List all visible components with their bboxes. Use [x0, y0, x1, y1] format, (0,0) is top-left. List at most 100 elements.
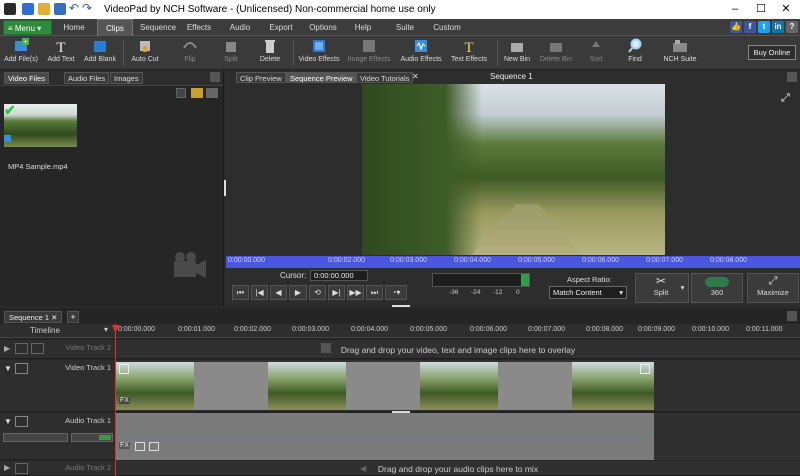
facebook-icon[interactable]: f — [744, 21, 756, 33]
clip-end-transition-icon[interactable] — [640, 364, 650, 374]
undock-timeline-icon[interactable] — [787, 311, 797, 321]
tab-audio-files[interactable]: Audio Files — [64, 72, 110, 84]
maximize-preview-button[interactable]: ⤢ Maximize — [747, 273, 799, 303]
split-dropdown-button[interactable]: ▾ — [677, 273, 689, 303]
open-folder-icon[interactable] — [38, 3, 50, 15]
tab-video-tutorials[interactable]: Video Tutorials — [356, 72, 414, 83]
clip-transition-icon[interactable] — [119, 364, 129, 374]
add-blank-button[interactable]: Add Blank — [82, 38, 118, 68]
expand-track-icon[interactable]: ▶ — [4, 344, 10, 353]
image-effects-button[interactable]: Image Effects — [345, 38, 393, 68]
audio-link-icon[interactable] — [149, 442, 159, 451]
split-clip-button[interactable]: Split — [216, 38, 246, 68]
track-visibility-icon[interactable] — [15, 343, 28, 354]
undock-preview-icon[interactable] — [787, 72, 797, 82]
main-menu-button[interactable]: ≡ Menu ▾ — [3, 20, 52, 35]
video-clip-frame[interactable] — [194, 362, 268, 410]
tab-clip-preview[interactable]: Clip Preview — [236, 72, 286, 83]
audio-track-1-empty[interactable] — [654, 413, 800, 460]
go-to-start-button[interactable]: ⏮ — [232, 285, 249, 300]
volume-slider[interactable] — [3, 433, 68, 442]
bin-thumbnail-view-icon[interactable] — [206, 88, 218, 98]
new-project-icon[interactable] — [22, 3, 34, 15]
timeline-ruler[interactable]: Timeline ▾ 0:00:00.000 0:00:01.000 0:00:… — [0, 324, 800, 338]
clip-fx-icon[interactable]: FX — [119, 397, 130, 404]
tab-audio[interactable]: Audio — [225, 19, 255, 36]
add-files-button[interactable]: + Add File(s) — [2, 38, 40, 68]
previous-clip-button[interactable]: |◀ — [251, 285, 268, 300]
flip-button[interactable]: Flip — [174, 38, 206, 68]
nch-suite-button[interactable]: NCH Suite — [662, 38, 698, 68]
timeline-splitter-handle[interactable] — [392, 305, 410, 307]
speaker-icon[interactable] — [15, 416, 28, 427]
bin-folder-icon[interactable] — [191, 88, 203, 98]
audio-effects-button[interactable]: Audio Effects — [398, 38, 444, 68]
track-visibility-icon[interactable] — [15, 363, 28, 374]
tab-images[interactable]: Images — [110, 72, 143, 84]
undo-icon[interactable]: ↶ — [69, 2, 81, 15]
cursor-time-field[interactable]: 0:00:00.000 — [310, 270, 368, 281]
loop-button[interactable]: ⟲ — [309, 285, 326, 300]
add-sequence-button[interactable]: + — [67, 311, 79, 323]
tab-sequence[interactable]: Sequence — [138, 19, 178, 36]
tab-home[interactable]: Home — [57, 19, 91, 36]
minimize-button[interactable]: – — [728, 2, 742, 16]
expand-track-icon[interactable]: ▶ — [4, 463, 10, 472]
redo-icon[interactable]: ↷ — [82, 2, 94, 15]
add-text-button[interactable]: T Add Text — [44, 38, 78, 68]
speaker-icon[interactable] — [15, 463, 28, 474]
close-sequence-icon[interactable]: ✕ — [51, 313, 57, 322]
aspect-ratio-select[interactable]: Match Content ▾ — [549, 286, 627, 299]
audio-track-1-lane[interactable]: FX — [116, 413, 654, 460]
text-effects-button[interactable]: T Text Effects — [448, 38, 490, 68]
tab-suite[interactable]: Suite — [393, 19, 417, 36]
playhead[interactable] — [115, 324, 116, 476]
play-button[interactable]: ▶ — [289, 285, 307, 300]
360-button[interactable]: 360 — [691, 273, 743, 303]
tab-video-files[interactable]: Video Files — [4, 72, 49, 84]
video-track-2-lane[interactable]: Drag and drop your video, text and image… — [116, 340, 800, 359]
maximize-button[interactable]: ☐ — [754, 2, 768, 16]
tab-options[interactable]: Options — [306, 19, 340, 36]
auto-cut-button[interactable]: Auto Cut — [127, 38, 163, 68]
collapse-track-icon[interactable]: ▼ — [4, 364, 12, 373]
new-bin-button[interactable]: New Bin — [502, 38, 532, 68]
delete-clip-button[interactable]: Delete — [254, 38, 286, 68]
video-effects-button[interactable]: Video Effects — [297, 38, 341, 68]
bin-list-view-icon[interactable] — [176, 88, 186, 98]
tab-help[interactable]: Help — [351, 19, 375, 36]
find-button[interactable]: Find — [622, 38, 648, 68]
video-clip-frame[interactable] — [420, 362, 498, 410]
video-track-1-lane[interactable]: FX — [116, 360, 800, 412]
playback-speed-button[interactable]: ◔▾ — [385, 285, 407, 300]
pan-slider[interactable] — [71, 433, 113, 442]
next-clip-button[interactable]: ▶▶ — [347, 285, 364, 300]
collapse-track-icon[interactable]: ▼ — [4, 417, 12, 426]
go-to-end-button[interactable]: ⏭ — [366, 285, 383, 300]
step-forward-button[interactable]: ▶| — [328, 285, 345, 300]
help-icon[interactable]: ? — [786, 21, 798, 33]
close-button[interactable]: ✕ — [779, 2, 793, 16]
track-blend-icon[interactable] — [31, 343, 44, 354]
video-clip-frame[interactable] — [268, 362, 346, 410]
audio-fx-icon[interactable]: FX — [119, 442, 130, 449]
like-icon[interactable]: 👍 — [730, 21, 742, 33]
delete-bin-button[interactable]: Delete Bin — [538, 38, 574, 68]
tab-custom[interactable]: Custom — [430, 19, 464, 36]
video-clip-frame[interactable] — [498, 362, 572, 410]
audio-volume-icon[interactable] — [135, 442, 145, 451]
linkedin-icon[interactable]: in — [772, 21, 784, 33]
tab-export[interactable]: Export — [265, 19, 297, 36]
tab-effects[interactable]: Effects — [183, 19, 215, 36]
buy-online-button[interactable]: Buy Online — [748, 45, 796, 60]
undock-icon[interactable] — [210, 72, 220, 82]
tab-sequence-1[interactable]: Sequence 1 ✕ — [4, 311, 63, 323]
step-back-button[interactable]: ◀ — [270, 285, 287, 300]
tab-clips[interactable]: Clips — [97, 19, 133, 36]
video-clip-frame[interactable] — [346, 362, 420, 410]
close-tab-icon[interactable]: ✕ — [412, 72, 419, 81]
audio-track-2-lane[interactable]: ◀ Drag and drop your audio clips here to… — [116, 461, 800, 476]
twitter-icon[interactable]: t — [758, 21, 770, 33]
sort-button[interactable]: Sort — [584, 38, 608, 68]
save-icon[interactable] — [54, 3, 66, 15]
